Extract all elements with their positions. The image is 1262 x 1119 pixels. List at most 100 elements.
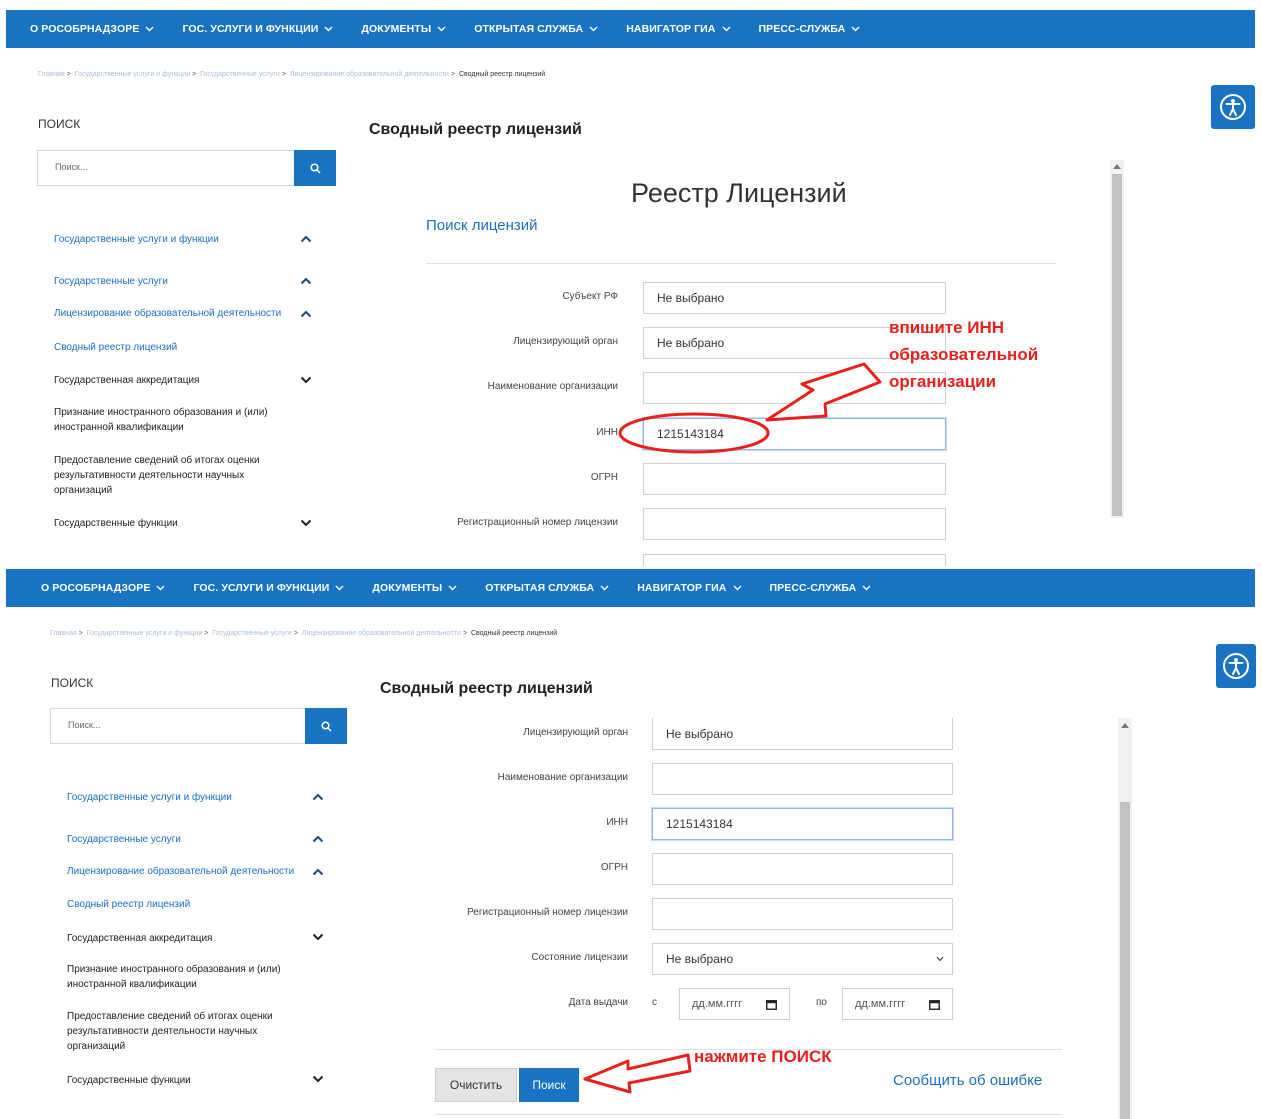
label-inn: ИНН <box>596 427 618 438</box>
date-to-input[interactable]: дд.мм.гггг <box>842 988 953 1020</box>
sidebar-search-input[interactable]: Поиск... <box>50 708 306 744</box>
nav-item-press[interactable]: ПРЕСС-СЛУЖБА <box>770 582 872 594</box>
accessibility-button[interactable] <box>1211 85 1255 129</box>
chevron-down-icon <box>733 585 741 591</box>
label-inn: ИНН <box>606 817 628 828</box>
reg-number-input[interactable] <box>643 508 946 540</box>
chevron-down-icon[interactable] <box>300 376 312 384</box>
scrollbar[interactable] <box>1110 160 1124 518</box>
chevron-down-icon <box>722 26 730 32</box>
status-select-partial[interactable] <box>643 554 946 566</box>
label-ogrn: ОГРН <box>600 862 628 873</box>
nav-item-about[interactable]: О РОСОБРНАДЗОРЕ <box>41 582 165 594</box>
label-org-name: Наименование организации <box>497 772 628 783</box>
sidebar-search-input[interactable]: Поиск... <box>37 150 295 186</box>
sidebar-item-gov-services[interactable]: Государственные услуги <box>67 832 181 847</box>
calendar-icon[interactable] <box>929 999 940 1010</box>
sidebar-item-accreditation[interactable]: Государственная аккредитация <box>54 373 199 388</box>
breadcrumb-link[interactable]: Лицензирование образовательной деятельно… <box>290 71 449 78</box>
divider <box>426 263 1056 264</box>
label-authority: Лицензирующий орган <box>523 727 628 738</box>
breadcrumb-link[interactable]: Государственные услуги и функции <box>87 630 202 637</box>
inn-input[interactable]: 1215143184 <box>652 808 953 840</box>
main-navbar: О РОСОБРНАДЗОРЕ ГОС. УСЛУГИ И ФУНКЦИИ ДО… <box>6 569 1255 607</box>
sidebar-item-licensing[interactable]: Лицензирование образовательной деятельно… <box>54 306 281 321</box>
chevron-up-icon[interactable] <box>312 868 324 876</box>
sidebar-item-gov-functions[interactable]: Государственные функции <box>67 1073 191 1088</box>
scrollbar[interactable] <box>1118 718 1132 1119</box>
nav-item-gia-navigator[interactable]: НАВИГАТОР ГИА <box>626 23 730 35</box>
chevron-down-icon[interactable] <box>312 933 324 941</box>
breadcrumb-link[interactable]: Государственные услуги и функции <box>75 71 190 78</box>
chevron-up-icon[interactable] <box>300 235 312 243</box>
ogrn-input[interactable] <box>643 463 946 495</box>
chevron-down-icon[interactable] <box>300 519 312 527</box>
date-from-input[interactable]: дд.мм.гггг <box>679 988 790 1020</box>
label-date-from: с <box>652 997 657 1008</box>
chevron-down-icon <box>156 585 165 591</box>
sidebar-item-foreign-education[interactable]: Признание иностранного образования и (ил… <box>54 405 299 435</box>
authority-select[interactable]: Не выбрано <box>652 718 953 750</box>
nav-item-gia-navigator[interactable]: НАВИГАТОР ГИА <box>637 582 741 594</box>
label-ogrn: ОГРН <box>590 472 618 483</box>
scrollbar-thumb[interactable] <box>1120 802 1130 1119</box>
scroll-up-arrow[interactable] <box>1121 723 1129 728</box>
nav-item-about[interactable]: О РОСОБРНАДЗОРЕ <box>30 23 154 35</box>
chevron-down-icon <box>437 26 446 32</box>
sidebar-item-research-evaluation[interactable]: Предоставление сведений об итогах оценки… <box>54 453 284 498</box>
nav-item-open-service[interactable]: ОТКРЫТАЯ СЛУЖБА <box>474 23 598 35</box>
sidebar-item-gov-services-functions[interactable]: Государственные услуги и функции <box>67 790 232 805</box>
sidebar-search-button[interactable] <box>305 708 347 744</box>
breadcrumb: Главная > Государственные услуги и функци… <box>50 630 558 637</box>
breadcrumb-current: Сводный реестр лицензий <box>470 630 558 637</box>
nav-item-documents[interactable]: ДОКУМЕНТЫ <box>372 582 457 594</box>
label-reg-number: Регистрационный номер лицензии <box>467 907 628 918</box>
breadcrumb: Главная > Государственные услуги и функци… <box>38 71 546 78</box>
nav-item-press[interactable]: ПРЕСС-СЛУЖБА <box>759 23 861 35</box>
inn-input[interactable]: 1215143184 <box>643 418 946 450</box>
chevron-down-icon[interactable] <box>312 1075 324 1083</box>
calendar-icon[interactable] <box>766 999 777 1010</box>
nav-item-documents[interactable]: ДОКУМЕНТЫ <box>361 23 446 35</box>
sidebar-item-license-registry[interactable]: Сводный реестр лицензий <box>67 897 190 912</box>
scroll-up-arrow[interactable] <box>1113 164 1121 169</box>
sidebar-item-gov-functions[interactable]: Государственные функции <box>54 516 178 531</box>
nav-item-services[interactable]: ГОС. УСЛУГИ И ФУНКЦИИ <box>193 582 344 594</box>
nav-item-open-service[interactable]: ОТКРЫТАЯ СЛУЖБА <box>485 582 609 594</box>
org-name-input[interactable] <box>652 763 953 795</box>
report-error-link[interactable]: Сообщить об ошибке <box>893 1072 1042 1089</box>
scrollbar-thumb[interactable] <box>1112 174 1122 516</box>
reg-number-input[interactable] <box>652 898 953 930</box>
annotation-search-hint: нажмите ПОИСК <box>694 1047 832 1066</box>
chevron-up-icon[interactable] <box>300 310 312 318</box>
search-button[interactable]: Поиск <box>519 1068 579 1102</box>
breadcrumb-link[interactable]: Государственные услуги <box>200 71 280 78</box>
breadcrumb-link[interactable]: Главная <box>38 71 65 78</box>
nav-item-services[interactable]: ГОС. УСЛУГИ И ФУНКЦИИ <box>182 23 333 35</box>
breadcrumb-link[interactable]: Главная <box>50 630 77 637</box>
sidebar-item-foreign-education[interactable]: Признание иностранного образования и (ил… <box>67 962 312 992</box>
ogrn-input[interactable] <box>652 853 953 885</box>
sidebar-item-research-evaluation[interactable]: Предоставление сведений об итогах оценки… <box>67 1009 297 1054</box>
sidebar-item-accreditation[interactable]: Государственная аккредитация <box>67 931 212 946</box>
breadcrumb-link[interactable]: Государственные услуги <box>212 630 292 637</box>
sidebar-item-gov-services-functions[interactable]: Государственные услуги и функции <box>54 232 219 247</box>
search-icon <box>309 162 321 174</box>
accessibility-icon <box>1223 653 1249 679</box>
sidebar-item-license-registry[interactable]: Сводный реестр лицензий <box>54 340 177 355</box>
chevron-up-icon[interactable] <box>312 793 324 801</box>
label-org-name: Наименование организации <box>487 381 618 392</box>
sidebar-item-gov-services[interactable]: Государственные услуги <box>54 274 168 289</box>
status-select[interactable]: Не выбрано <box>652 943 953 975</box>
sidebar-title: ПОИСК <box>38 117 81 131</box>
page-title: Сводный реестр лицензий <box>369 121 582 138</box>
breadcrumb-link[interactable]: Лицензирование образовательной деятельно… <box>302 630 461 637</box>
sidebar-search-button[interactable] <box>294 150 336 186</box>
chevron-up-icon[interactable] <box>300 277 312 285</box>
subject-select[interactable]: Не выбрано <box>643 282 946 314</box>
label-subject: Субъект РФ <box>562 291 618 302</box>
clear-button[interactable]: Очистить <box>435 1068 517 1102</box>
accessibility-button[interactable] <box>1216 644 1256 688</box>
sidebar-item-licensing[interactable]: Лицензирование образовательной деятельно… <box>67 864 294 879</box>
chevron-up-icon[interactable] <box>312 835 324 843</box>
